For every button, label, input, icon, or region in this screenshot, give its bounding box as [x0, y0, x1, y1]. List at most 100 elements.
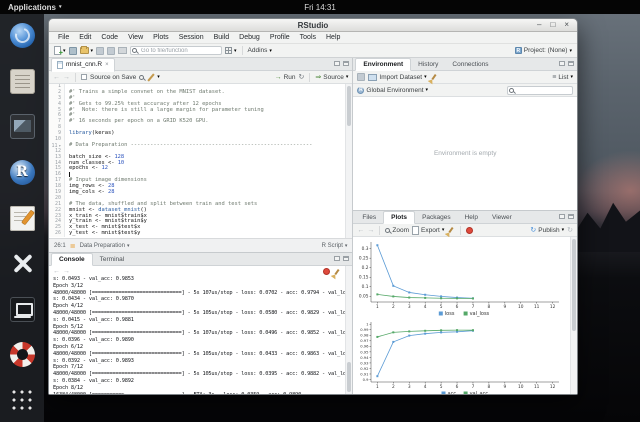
editor-scrollbar[interactable]	[345, 84, 352, 238]
tab-close-icon[interactable]: ×	[105, 62, 109, 68]
menu-plots[interactable]: Plots	[148, 34, 174, 41]
dock-tools-icon[interactable]	[8, 250, 36, 278]
clear-environment-broom-icon[interactable]	[431, 74, 436, 80]
applications-menu[interactable]: Applications ▾	[0, 3, 70, 12]
files-tab-help[interactable]: Help	[458, 212, 485, 223]
list-view-button[interactable]: ≡List▾	[552, 74, 573, 81]
publish-button[interactable]: ↻Publish▾	[530, 227, 564, 234]
svg-text:4: 4	[424, 304, 427, 310]
forward-icon[interactable]: →	[63, 74, 70, 81]
print-icon	[118, 47, 127, 54]
save-all-button[interactable]	[107, 47, 115, 55]
close-icon[interactable]: ×	[564, 21, 569, 29]
zoom-plot-button[interactable]: Zoom	[385, 227, 409, 234]
environment-tab-connections[interactable]: Connections	[445, 59, 495, 70]
maximize-icon[interactable]: □	[550, 21, 555, 29]
menu-profile[interactable]: Profile	[265, 34, 295, 41]
files-tab-files[interactable]: Files	[355, 212, 383, 223]
clock[interactable]: Fri 14:31	[0, 3, 640, 12]
dock-r-logo-icon[interactable]	[8, 159, 36, 187]
console-output[interactable]: ← → s: 0.0493 - val_acc: 0.9853Epoch 3/1…	[49, 266, 352, 394]
run-button[interactable]: →Run	[275, 74, 296, 81]
save-button[interactable]	[96, 47, 104, 55]
pane-maximize-icon	[343, 256, 349, 261]
find-replace-icon[interactable]	[139, 75, 144, 80]
minimize-icon[interactable]: –	[537, 21, 541, 29]
goto-file-input[interactable]	[130, 46, 222, 55]
menu-code[interactable]: Code	[96, 34, 123, 41]
console-scrollbar[interactable]	[345, 266, 352, 394]
workspace-panes-button[interactable]: ▾	[225, 47, 237, 54]
files-tab-packages[interactable]: Packages	[415, 212, 458, 223]
dock-help-lifebuoy-icon[interactable]	[8, 341, 36, 369]
source-on-save-checkbox[interactable]	[81, 74, 87, 80]
environment-tab-history[interactable]: History	[411, 59, 445, 70]
pane-window-buttons[interactable]	[334, 61, 349, 66]
import-dataset-button[interactable]: Import Dataset▾	[368, 74, 426, 81]
menu-file[interactable]: File	[53, 34, 74, 41]
plots-scrollbar[interactable]	[570, 237, 577, 394]
addins-button[interactable]: Addins▾	[248, 47, 272, 54]
new-file-button[interactable]: ▾	[54, 46, 66, 55]
console-forward-icon[interactable]: →	[63, 268, 70, 275]
menu-view[interactable]: View	[123, 34, 148, 41]
section-navigator[interactable]: Data Preparation▾	[80, 243, 130, 249]
console-tab-console[interactable]: Console	[51, 253, 93, 266]
console-tabstrip: ConsoleTerminal	[49, 253, 352, 266]
environment-tab-environment[interactable]: Environment	[355, 58, 411, 71]
code-tools-button[interactable]: ▾	[147, 73, 160, 81]
open-file-button[interactable]: ▾	[80, 47, 94, 54]
menubar: FileEditCodeViewPlotsSessionBuildDebugPr…	[49, 32, 577, 44]
new-project-button[interactable]	[69, 47, 77, 55]
remove-plot-broom-icon[interactable]	[449, 227, 454, 233]
next-plot-icon[interactable]: →	[367, 227, 374, 234]
rerun-icon[interactable]: ↻	[299, 74, 305, 81]
project-menu-button[interactable]: RProject: (None)▾	[515, 47, 572, 54]
svg-text:12: 12	[550, 304, 556, 310]
console-tab-terminal[interactable]: Terminal	[93, 254, 132, 265]
publish-icon: ↻	[530, 227, 536, 234]
dock-browser-icon[interactable]	[8, 22, 36, 50]
file-type-selector[interactable]: R Script▾	[322, 243, 348, 249]
previous-plot-icon[interactable]: ←	[357, 227, 364, 234]
refresh-icon[interactable]: ↻	[567, 227, 573, 234]
clear-all-plots-icon[interactable]	[466, 227, 473, 234]
menu-tools[interactable]: Tools	[295, 34, 321, 41]
run-icon: →	[275, 74, 282, 81]
menu-build[interactable]: Build	[209, 34, 235, 41]
export-plot-button[interactable]: Export▾	[412, 226, 444, 235]
save-workspace-icon[interactable]	[357, 73, 365, 81]
stop-icon[interactable]	[323, 268, 330, 275]
console-back-icon[interactable]: ←	[53, 268, 60, 275]
back-icon[interactable]: ←	[53, 74, 60, 81]
pane-window-buttons[interactable]	[559, 214, 574, 219]
dock-text-editor-icon[interactable]	[8, 204, 36, 232]
environment-empty-message: Environment is empty	[434, 150, 497, 157]
environment-search-input[interactable]	[507, 86, 573, 95]
files-tab-plots[interactable]: Plots	[383, 211, 415, 224]
svg-text:val_acc: val_acc	[470, 391, 489, 394]
clear-console-broom-icon[interactable]	[335, 268, 340, 274]
scope-selector[interactable]: RGlobal Environment▾	[357, 87, 428, 94]
environment-search	[507, 86, 573, 95]
plots-toolbar: ← → Zoom Export▾ ↻Publish▾ ↻	[353, 224, 577, 237]
pane-window-buttons[interactable]	[334, 256, 349, 261]
titlebar[interactable]: RStudio – □ ×	[49, 19, 577, 32]
dock-show-applications-icon[interactable]	[8, 387, 36, 415]
menu-debug[interactable]: Debug	[234, 34, 265, 41]
source-tab-mnist-cnn[interactable]: mnist_cnn.R ×	[51, 58, 115, 72]
print-button[interactable]	[118, 47, 127, 54]
menu-help[interactable]: Help	[321, 34, 345, 41]
dock-display-icon[interactable]	[8, 295, 36, 323]
svg-text:0.15: 0.15	[359, 275, 369, 281]
menu-edit[interactable]: Edit	[74, 34, 96, 41]
files-tab-viewer[interactable]: Viewer	[485, 212, 519, 223]
plot-area[interactable]: 1234567891011120.050.10.150.20.250.3loss…	[353, 237, 577, 394]
dock-screenshot-icon[interactable]	[8, 113, 36, 141]
pane-window-buttons[interactable]	[559, 61, 574, 66]
menu-session[interactable]: Session	[174, 34, 209, 41]
code-editor[interactable]: 12#' Trains a simple convnet on the MNIS…	[49, 84, 352, 238]
dock-files-archive-icon[interactable]	[8, 68, 36, 96]
source-button[interactable]: ⇒Source▾	[315, 74, 348, 81]
console-line: 48000/48000 [===========================…	[53, 371, 342, 378]
